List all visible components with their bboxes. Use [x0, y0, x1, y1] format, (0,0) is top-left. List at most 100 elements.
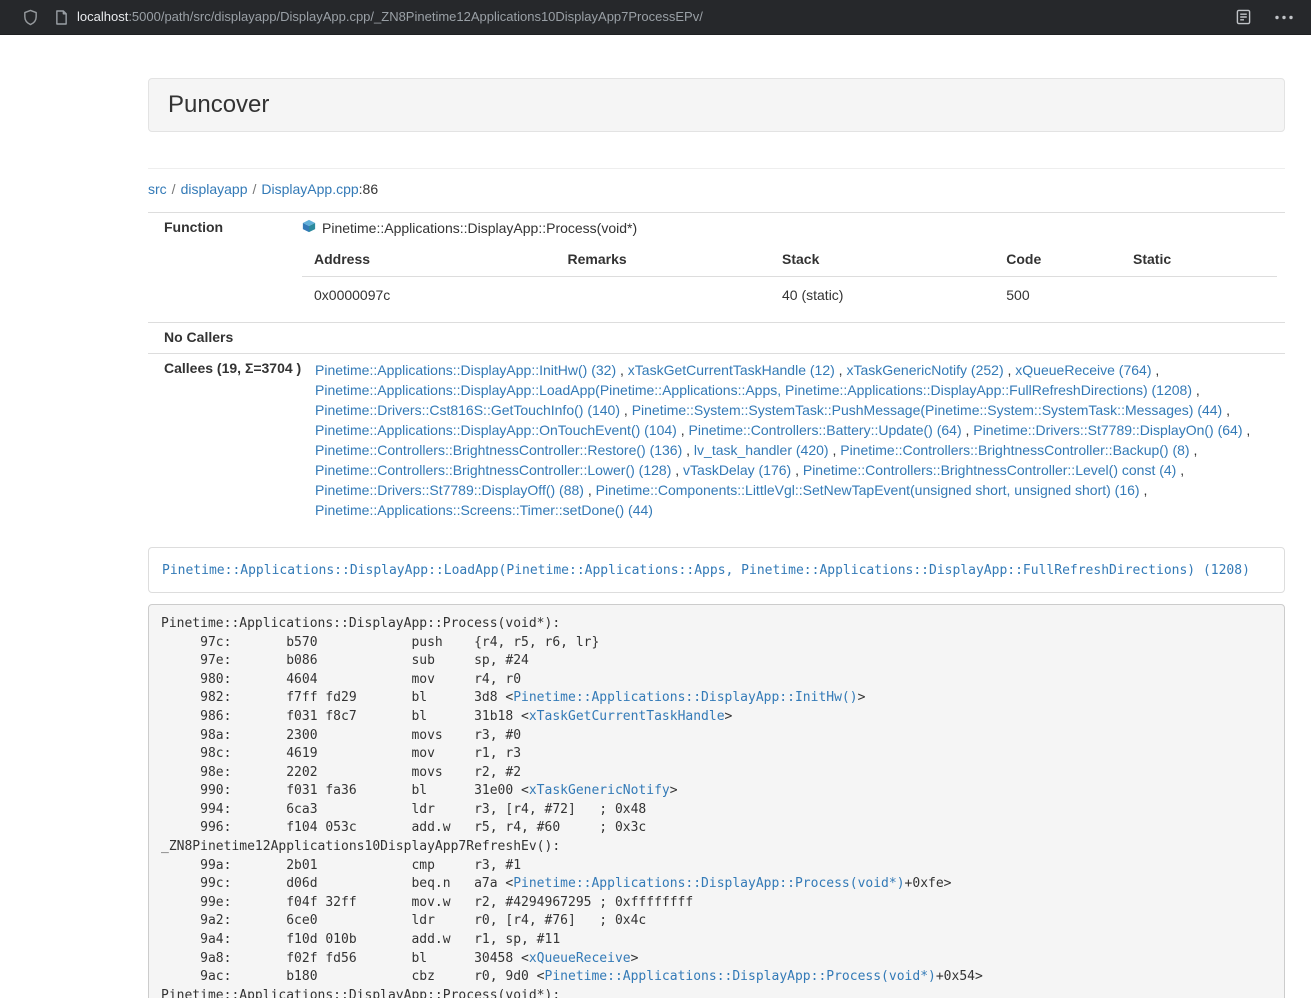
breadcrumb-src[interactable]: src: [148, 181, 167, 197]
callee-separator: ,: [1176, 462, 1184, 478]
symbol-link[interactable]: Pinetime::Applications::DisplayApp::Proc…: [513, 876, 904, 891]
column-header-address: Address: [302, 248, 556, 276]
function-details-table: Address Remarks Stack Code Static 0x0000…: [302, 248, 1277, 317]
callee-link[interactable]: Pinetime::Drivers::St7789::DisplayOn() (…: [973, 422, 1242, 438]
callee-separator: ,: [791, 462, 803, 478]
static-value: [1121, 276, 1277, 316]
callee-separator: ,: [1190, 442, 1198, 458]
callee-link[interactable]: Pinetime::Controllers::BrightnessControl…: [840, 442, 1189, 458]
callee-link[interactable]: Pinetime::Components::LittleVgl::SetNewT…: [596, 482, 1140, 498]
symbol-link[interactable]: xTaskGetCurrentTaskHandle: [529, 709, 725, 724]
callee-link[interactable]: xTaskGenericNotify (252): [846, 362, 1003, 378]
function-name: Pinetime::Applications::DisplayApp::Proc…: [322, 218, 637, 238]
details-header-row: Address Remarks Stack Code Static: [302, 248, 1277, 276]
callee-link[interactable]: Pinetime::Controllers::BrightnessControl…: [315, 442, 682, 458]
code-line: 98e: 2202 movs r2, #2: [161, 764, 1272, 783]
callee-link[interactable]: xTaskGetCurrentTaskHandle (12): [628, 362, 835, 378]
stack-value: 40 (static): [770, 276, 994, 316]
code-value: 500: [994, 276, 1121, 316]
toolbar-icons: [1236, 9, 1293, 25]
code-line: 982: f7ff fd29 bl 3d8 <Pinetime::Applica…: [161, 689, 1272, 708]
app-title-panel: Puncover: [148, 78, 1285, 132]
column-header-code: Code: [994, 248, 1121, 276]
code-line: 99c: d06d beq.n a7a <Pinetime::Applicati…: [161, 875, 1272, 894]
code-line: 98a: 2300 movs r3, #0: [161, 727, 1272, 746]
breadcrumb: src/displayapp/DisplayApp.cpp:86: [148, 179, 1285, 199]
symbol-link[interactable]: Pinetime::Applications::DisplayApp::Proc…: [545, 969, 936, 984]
callees-row: Callees (19, Σ=3704 ) Pinetime::Applicat…: [148, 353, 1285, 527]
function-icon: [302, 218, 316, 238]
callee-link[interactable]: Pinetime::Applications::DisplayApp::Init…: [315, 362, 616, 378]
browser-chrome: localhost:5000/path/src/displayapp/Displ…: [0, 0, 1311, 35]
callee-link[interactable]: Pinetime::Controllers::Battery::Update()…: [689, 422, 962, 438]
symbol-link[interactable]: xQueueReceive: [529, 951, 631, 966]
column-header-static: Static: [1121, 248, 1277, 276]
breadcrumb-file[interactable]: DisplayApp.cpp: [261, 181, 358, 197]
reader-mode-icon[interactable]: [1236, 9, 1251, 25]
code-line: 9ac: b180 cbz r0, 9d0 <Pinetime::Applica…: [161, 968, 1272, 987]
callee-separator: ,: [1140, 482, 1148, 498]
shield-icon[interactable]: [22, 8, 39, 27]
code-line: 996: f104 053c add.w r5, r4, #60 ; 0x3c: [161, 819, 1272, 838]
callee-link[interactable]: vTaskDelay (176): [683, 462, 791, 478]
code-line: 9a4: f10d 010b add.w r1, sp, #11: [161, 931, 1272, 950]
callee-link[interactable]: Pinetime::Drivers::Cst816S::GetTouchInfo…: [315, 402, 620, 418]
breadcrumb-displayapp[interactable]: displayapp: [181, 181, 248, 197]
callee-separator: ,: [620, 402, 632, 418]
callee-separator: ,: [616, 362, 628, 378]
selected-symbol-box: Pinetime::Applications::DisplayApp::Load…: [148, 547, 1285, 593]
symbol-link[interactable]: Pinetime::Applications::DisplayApp::Init…: [513, 690, 857, 705]
code-line: 980: 4604 mov r4, r0: [161, 671, 1272, 690]
callee-link[interactable]: Pinetime::Applications::Screens::Timer::…: [315, 502, 653, 518]
code-line: Pinetime::Applications::DisplayApp::Proc…: [161, 615, 1272, 634]
selected-symbol-link[interactable]: Pinetime::Applications::DisplayApp::Load…: [162, 563, 1250, 578]
page-icon: [55, 10, 68, 25]
divider: [148, 168, 1285, 169]
callee-separator: ,: [682, 442, 694, 458]
no-callers-row-content: [300, 322, 1285, 353]
callee-separator: ,: [1243, 422, 1251, 438]
address-value: 0x0000097c: [302, 276, 556, 316]
main-content: Puncover src/displayapp/DisplayApp.cpp:8…: [148, 78, 1285, 998]
code-line: 9a2: 6ce0 ldr r0, [r4, #76] ; 0x4c: [161, 912, 1272, 931]
code-line: 986: f031 f8c7 bl 31b18 <xTaskGetCurrent…: [161, 708, 1272, 727]
callee-link[interactable]: Pinetime::Drivers::St7789::DisplayOff() …: [315, 482, 584, 498]
code-line: 98c: 4619 mov r1, r3: [161, 745, 1272, 764]
code-line: 99e: f04f 32ff mov.w r2, #4294967295 ; 0…: [161, 894, 1272, 913]
callee-separator: ,: [1192, 382, 1200, 398]
callee-link[interactable]: xQueueReceive (764): [1015, 362, 1151, 378]
page-title: Puncover: [168, 92, 1265, 118]
code-line: 990: f031 fa36 bl 31e00 <xTaskGenericNot…: [161, 782, 1272, 801]
callee-link[interactable]: Pinetime::System::SystemTask::PushMessag…: [632, 402, 1223, 418]
callees-list: Pinetime::Applications::DisplayApp::Init…: [302, 359, 1277, 522]
callee-link[interactable]: lv_task_handler (420): [694, 442, 829, 458]
code-line: _ZN8Pinetime12Applications10DisplayApp7R…: [161, 838, 1272, 857]
callee-link[interactable]: Pinetime::Controllers::BrightnessControl…: [315, 462, 671, 478]
menu-icon[interactable]: [1275, 15, 1293, 20]
function-name-row: Pinetime::Applications::DisplayApp::Proc…: [302, 218, 1277, 238]
no-callers-row-label: No Callers: [148, 322, 300, 353]
code-line: 9a8: f02f fd56 bl 30458 <xQueueReceive>: [161, 950, 1272, 969]
code-line: 994: 6ca3 ldr r3, [r4, #72] ; 0x48: [161, 801, 1272, 820]
callee-link[interactable]: Pinetime::Applications::DisplayApp::Load…: [315, 382, 1192, 398]
callee-separator: ,: [1222, 402, 1230, 418]
breadcrumb-separator: /: [172, 181, 176, 197]
no-callers-row: No Callers: [148, 322, 1285, 353]
callee-separator: ,: [835, 362, 847, 378]
callee-link[interactable]: Pinetime::Applications::DisplayApp::OnTo…: [315, 422, 677, 438]
callee-separator: ,: [584, 482, 596, 498]
callees-row-label: Callees (19, Σ=3704 ): [148, 353, 300, 527]
callee-separator: ,: [671, 462, 683, 478]
callee-separator: ,: [1004, 362, 1016, 378]
callee-separator: ,: [1151, 362, 1159, 378]
remarks-value: [556, 276, 771, 316]
callees-row-content: Pinetime::Applications::DisplayApp::Init…: [300, 353, 1285, 527]
breadcrumb-line-number: :86: [359, 181, 378, 197]
url-bar[interactable]: localhost:5000/path/src/displayapp/Displ…: [55, 8, 1236, 27]
function-row: Function Pinetime::Applications::Display…: [148, 213, 1285, 323]
callee-link[interactable]: Pinetime::Controllers::BrightnessControl…: [803, 462, 1176, 478]
callee-separator: ,: [677, 422, 689, 438]
callee-separator: ,: [829, 442, 841, 458]
symbol-link[interactable]: xTaskGenericNotify: [529, 783, 670, 798]
code-line: 99a: 2b01 cmp r3, #1: [161, 857, 1272, 876]
